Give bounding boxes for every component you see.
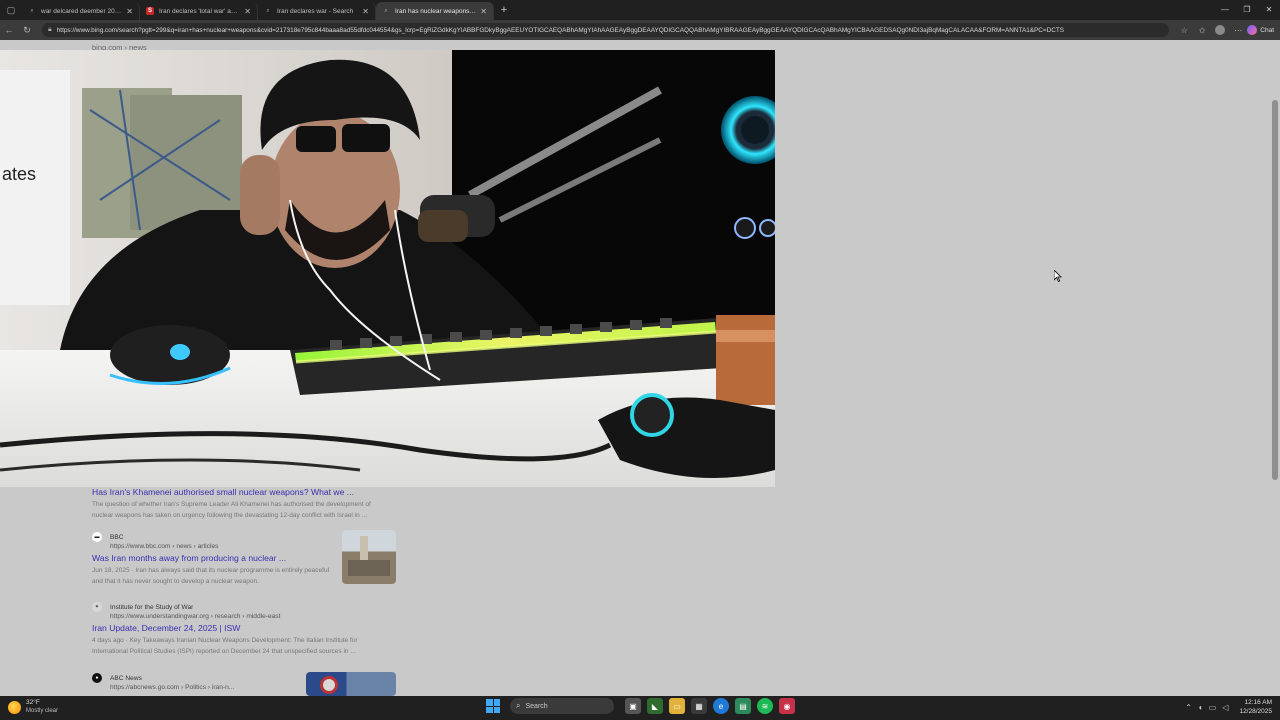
favorites-icon[interactable]: ✩ [1193, 26, 1211, 35]
tab-4-active[interactable]: ⌕ Iran has nuclear weapons - Search ✕ [376, 2, 494, 20]
tab-title: Iran has nuclear weapons - Search [395, 7, 476, 15]
result-title-link[interactable]: Has Iran's Khamenei authorised small nuc… [92, 487, 402, 497]
url-text: https://www.bing.com/search?pglt=299&q=i… [56, 26, 1065, 34]
window-controls: — ❐ ✕ [1214, 0, 1280, 20]
weather-temp: 32°F [26, 699, 40, 706]
clock-date: 12/28/2025 [1239, 708, 1272, 715]
result-snippet: Jun 18, 2025 · Iran has always said that… [92, 567, 330, 585]
back-icon[interactable]: ← [0, 25, 18, 35]
taskbar-search[interactable]: ⌕ Search [510, 698, 614, 714]
isw-icon: ✶ [92, 602, 102, 612]
store-icon[interactable]: ▦ [691, 698, 707, 714]
chevron-up-icon[interactable]: ⌃ [1185, 703, 1192, 712]
taskbar-search-label: Search [525, 702, 548, 710]
lock-icon: 🔒︎ [48, 26, 52, 33]
copilot-icon [1247, 25, 1258, 35]
star-icon[interactable]: ☆ [1175, 26, 1193, 35]
search-result-3: ✶ Institute for the Study of War https:/… [92, 602, 402, 657]
result-thumbnail[interactable] [342, 530, 396, 584]
mouse-cursor-icon [1054, 270, 1062, 282]
bbc-icon: ▬ [92, 532, 102, 542]
edge-icon[interactable]: e [713, 698, 729, 714]
result-url[interactable]: https://www.understandingwar.org › resea… [110, 613, 402, 620]
spotify-icon[interactable]: ≋ [757, 698, 773, 714]
webcam-video-overlay: ates [0, 50, 775, 487]
address-bar[interactable]: 🔒︎ https://www.bing.com/search?pglt=299&… [42, 23, 1170, 37]
weather-widget[interactable]: 32°F Mostly clear [8, 699, 58, 715]
taskbar-apps: ⌕ Search ▣ ◣ ▭ ▦ e ▤ ≋ ◉ [486, 698, 798, 714]
file-explorer-icon[interactable]: ▭ [669, 698, 685, 714]
volume-icon[interactable]: ◁ [1222, 703, 1228, 712]
windows-taskbar: 32°F Mostly clear ⌕ Search ▣ ◣ ▭ ▦ e ▤ ≋… [0, 696, 1280, 720]
address-bar-row: ← ↻ 🔒︎ https://www.bing.com/search?pglt=… [0, 20, 1280, 40]
tab-1[interactable]: ⌕ war delcared deember 2025 - Sear ✕ [22, 2, 140, 20]
page-scrollbar[interactable] [1272, 100, 1278, 480]
close-window-icon[interactable]: ✕ [1258, 0, 1280, 20]
webcam-scene: ates [0, 50, 775, 487]
search-icon: ⌕ [30, 7, 34, 14]
svg-text:ates: ates [2, 164, 36, 184]
windows-start-icon[interactable] [486, 699, 500, 713]
profile-avatar[interactable] [1215, 25, 1226, 35]
minimize-icon[interactable]: — [1214, 0, 1236, 20]
recording-app-icon[interactable]: ◉ [779, 698, 795, 714]
tab-strip: ▢ ⌕ war delcared deember 2025 - Sear ✕ S… [0, 0, 1280, 20]
close-icon[interactable]: ✕ [480, 7, 487, 16]
search-icon: ⌕ [266, 7, 270, 14]
network-icon[interactable]: ▭ [1209, 703, 1217, 712]
result-source: ABC News [110, 674, 142, 682]
chat-label: Chat [1260, 26, 1274, 34]
mic-icon[interactable]: ◖ [1198, 703, 1203, 712]
tab-actions-icon[interactable]: ▢ [0, 0, 22, 20]
new-tab-button[interactable]: + [494, 4, 514, 16]
refresh-icon[interactable]: ↻ [18, 25, 36, 36]
tab-title: Iran declares war - Search [277, 7, 354, 15]
search-icon: ⌕ [384, 7, 388, 14]
system-tray: ⌃ ◖ ▭ ◁ 12:16 AM 12/28/2025 [1182, 698, 1272, 716]
weather-icon [8, 700, 21, 714]
restore-icon[interactable]: ❐ [1236, 0, 1258, 20]
tab-2[interactable]: S Iran declares 'total war' against W ✕ [140, 2, 258, 20]
xbox-icon[interactable]: ▤ [735, 698, 751, 714]
close-icon[interactable]: ✕ [126, 7, 133, 16]
close-icon[interactable]: ✕ [244, 7, 251, 16]
task-view-icon[interactable]: ▣ [625, 698, 641, 714]
result-snippet: The question of whether Iran's Supreme L… [92, 501, 371, 519]
copilot-chat-button[interactable]: Chat [1247, 25, 1274, 35]
search-icon: ⌕ [516, 701, 521, 710]
tab-title: war delcared deember 2025 - Sear [41, 7, 122, 15]
search-result-1: Has Iran's Khamenei authorised small nuc… [92, 484, 402, 521]
clock-time: 12:16 AM [1244, 699, 1272, 706]
close-icon[interactable]: ✕ [362, 7, 369, 16]
result-source: Institute for the Study of War [110, 603, 194, 611]
tab-title: Iran declares 'total war' against W [159, 7, 240, 15]
abc-news-icon: ● [92, 673, 102, 683]
result-source: BBC [110, 533, 124, 541]
result-title-link[interactable]: Iran Update, December 24, 2025 | ISW [92, 623, 402, 633]
weather-condition: Mostly clear [26, 708, 59, 714]
nvidia-icon[interactable]: ◣ [647, 698, 663, 714]
result-snippet: 4 days ago · Key Takeaways Iranian Nucle… [92, 637, 358, 655]
system-clock[interactable]: 12:16 AM 12/28/2025 [1239, 698, 1272, 716]
web-page: bing.com › news ates Has Iran's Khamenei… [0, 40, 1280, 696]
site-s-icon: S [146, 7, 154, 15]
tab-3[interactable]: ⌕ Iran declares war - Search ✕ [258, 2, 376, 20]
result-thumbnail[interactable] [306, 672, 396, 696]
more-icon[interactable]: ⋯ [1229, 26, 1247, 35]
